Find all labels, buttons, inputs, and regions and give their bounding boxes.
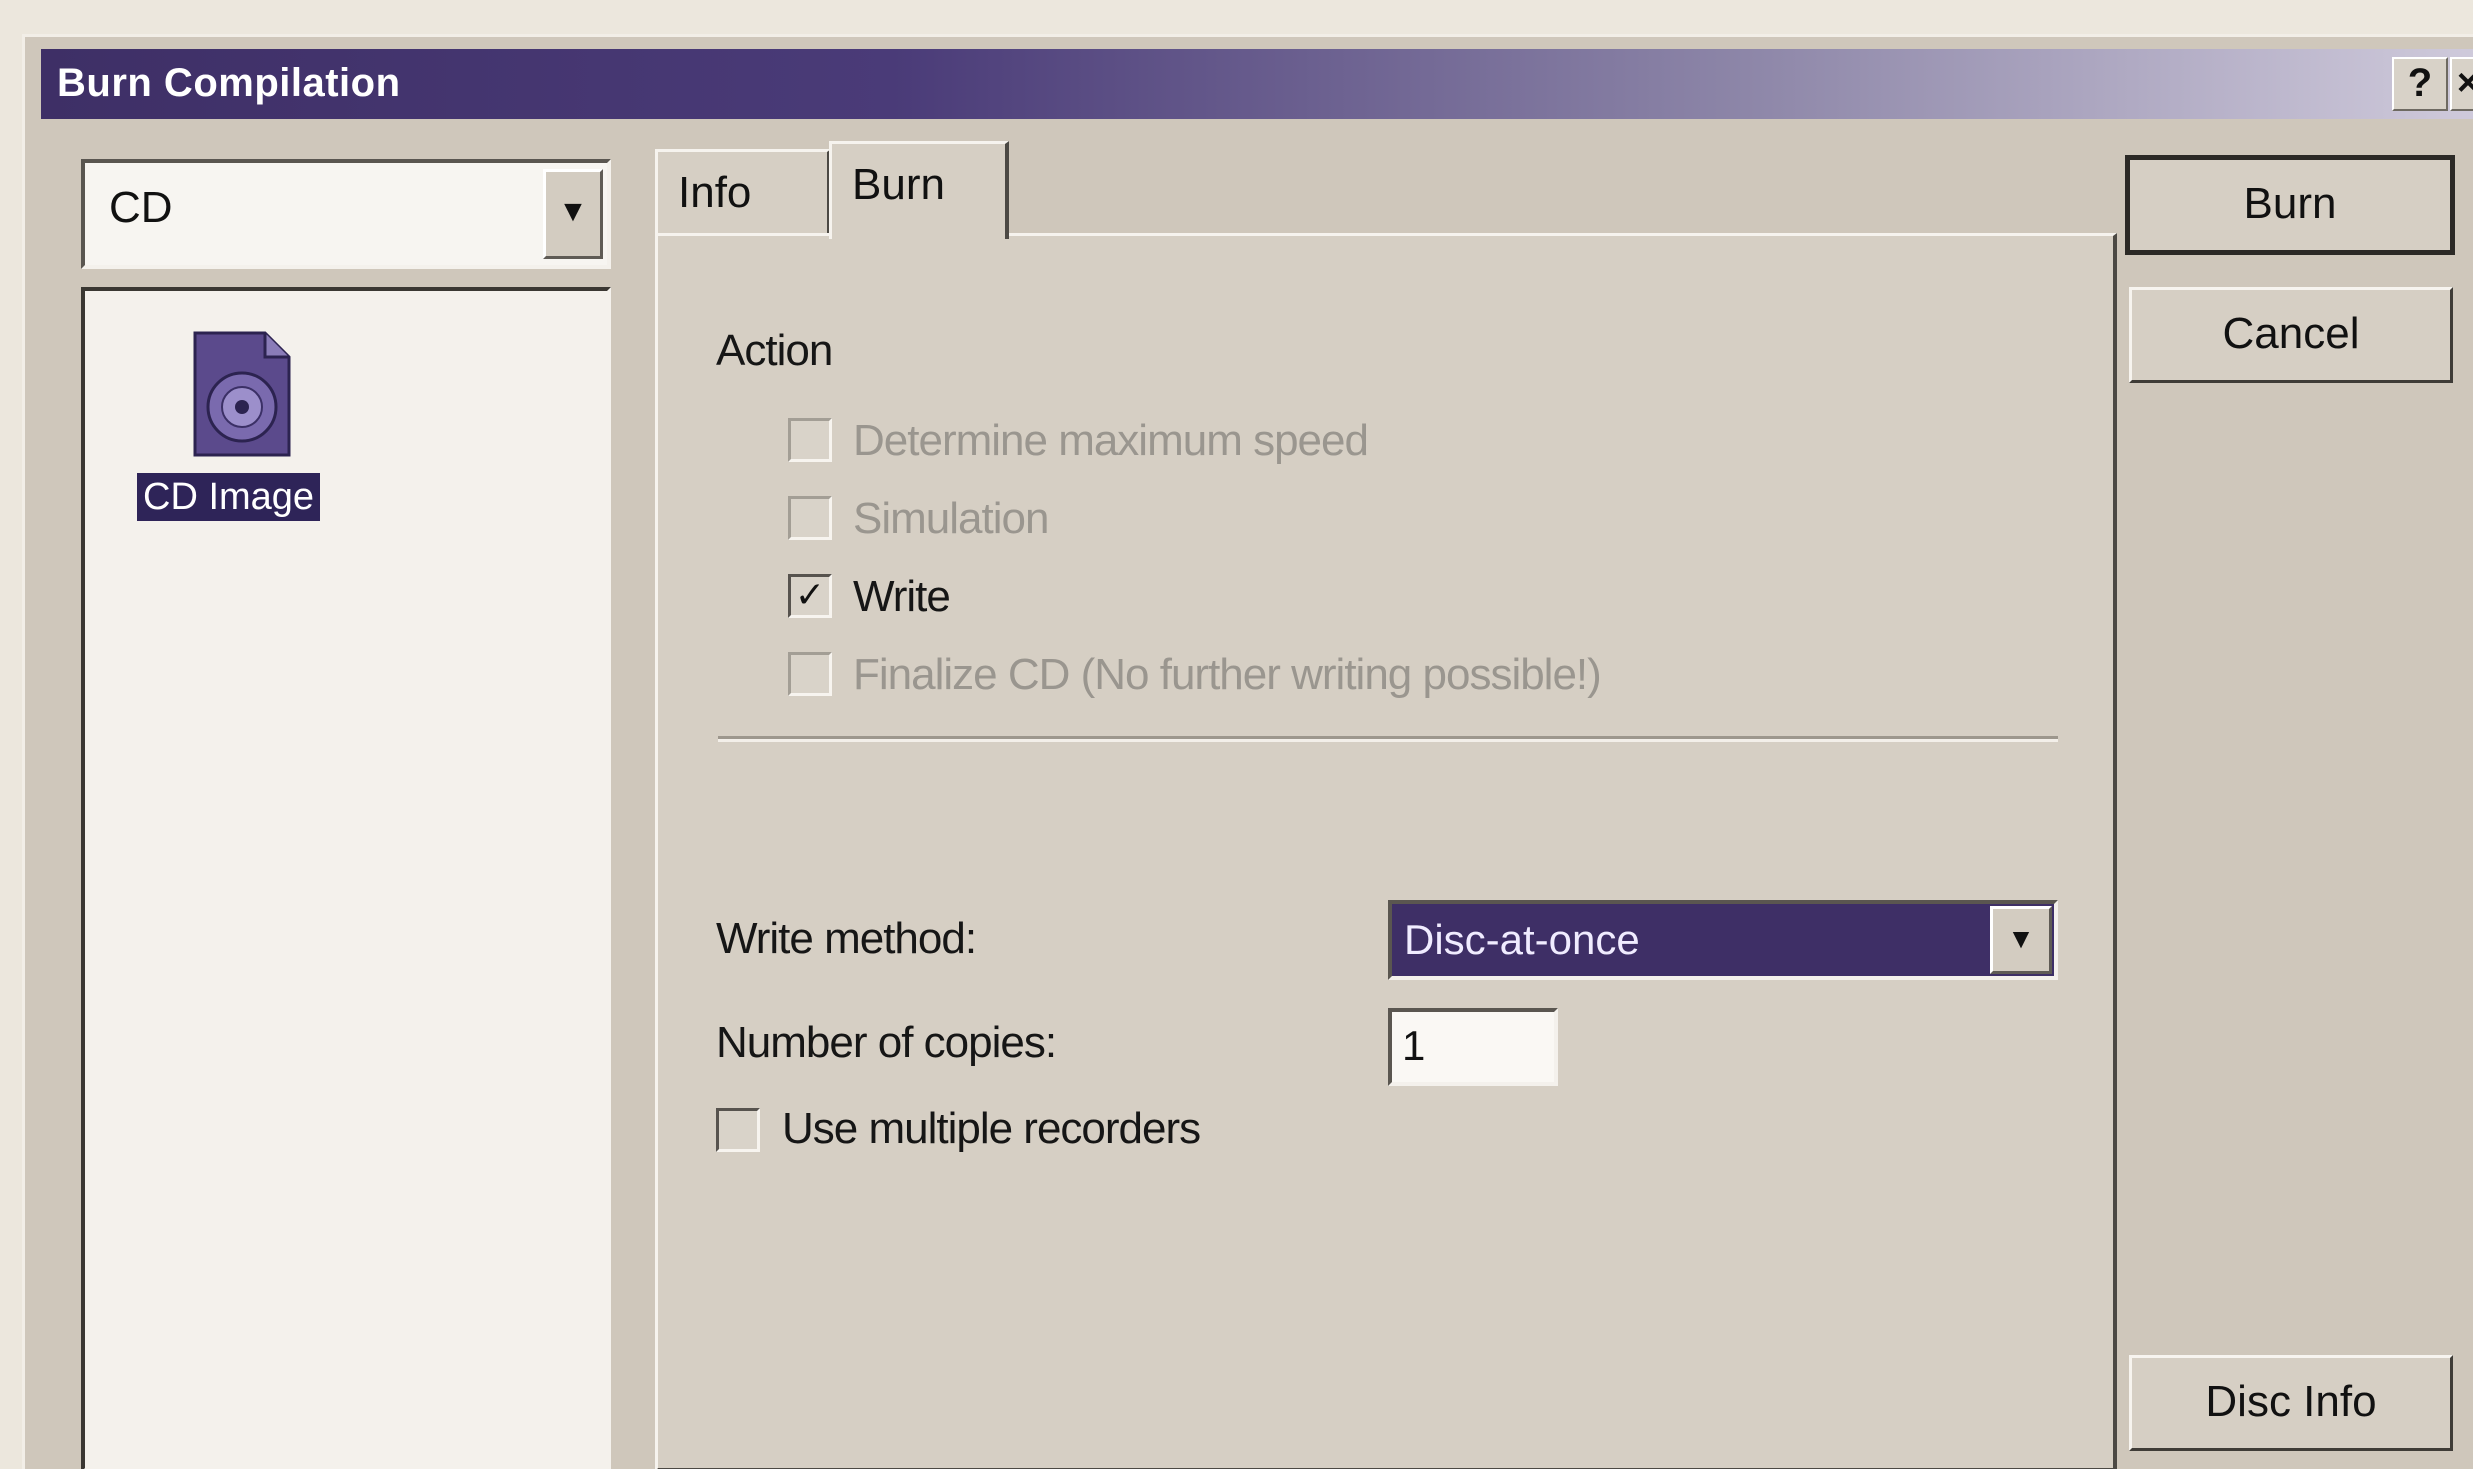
burn-button-label: Burn bbox=[2243, 179, 2337, 228]
burn-button[interactable]: Burn bbox=[2125, 155, 2455, 255]
number-of-copies-label: Number of copies: bbox=[716, 1018, 1057, 1067]
title-bar[interactable]: Burn Compilation ? × bbox=[41, 49, 2473, 119]
disc-info-button[interactable]: Disc Info bbox=[2129, 1355, 2453, 1451]
option-simulation-label: Simulation bbox=[853, 494, 1049, 543]
option-write-label: Write bbox=[853, 572, 951, 621]
use-multiple-recorders-label: Use multiple recorders bbox=[782, 1104, 1201, 1153]
number-of-copies-value: 1 bbox=[1402, 1022, 1426, 1069]
checkbox-simulation[interactable] bbox=[788, 496, 832, 540]
write-method-label: Write method: bbox=[716, 914, 977, 963]
write-method-dropdown[interactable]: Disc-at-once ▼ bbox=[1388, 900, 2058, 980]
help-button[interactable]: ? bbox=[2392, 57, 2448, 111]
checkbox-use-multiple-recorders[interactable] bbox=[716, 1108, 760, 1152]
checkmark-icon: ✓ bbox=[794, 574, 826, 615]
option-determine-maximum-speed-label: Determine maximum speed bbox=[853, 416, 1369, 465]
close-button[interactable]: × bbox=[2450, 57, 2473, 111]
burn-tab-panel: Action Determine maximum speed Simulatio… bbox=[655, 233, 2117, 1469]
disc-info-button-label: Disc Info bbox=[2205, 1377, 2377, 1426]
tab-info[interactable]: Info bbox=[655, 149, 831, 239]
screen: Burn Compilation ? × CD ▼ CD Image bbox=[0, 0, 2473, 1469]
burn-compilation-dialog: Burn Compilation ? × CD ▼ CD Image bbox=[22, 34, 2473, 1469]
media-type-dropdown[interactable]: CD ▼ bbox=[81, 159, 611, 269]
checkbox-write[interactable]: ✓ bbox=[788, 574, 832, 618]
window-title: Burn Compilation bbox=[57, 61, 401, 105]
checkbox-finalize-cd[interactable] bbox=[788, 652, 832, 696]
checkbox-determine-maximum-speed[interactable] bbox=[788, 418, 832, 462]
tab-burn[interactable]: Burn bbox=[829, 141, 1009, 239]
action-heading: Action bbox=[716, 326, 833, 375]
cancel-button[interactable]: Cancel bbox=[2129, 287, 2453, 383]
section-divider bbox=[718, 736, 2058, 742]
chevron-down-icon[interactable]: ▼ bbox=[543, 169, 603, 259]
chevron-down-icon[interactable]: ▼ bbox=[1990, 906, 2052, 974]
media-type-value: CD bbox=[109, 183, 173, 232]
cancel-button-label: Cancel bbox=[2222, 309, 2360, 358]
tab-info-label: Info bbox=[678, 168, 752, 217]
number-of-copies-field[interactable]: 1 bbox=[1388, 1008, 1558, 1086]
write-method-value: Disc-at-once bbox=[1404, 916, 1640, 963]
cd-image-icon[interactable] bbox=[187, 329, 297, 459]
compilation-type-list[interactable]: CD Image bbox=[81, 287, 611, 1469]
tab-burn-label: Burn bbox=[852, 160, 945, 209]
option-finalize-cd-label: Finalize CD (No further writing possible… bbox=[853, 650, 1602, 699]
list-item-label[interactable]: CD Image bbox=[137, 473, 321, 521]
